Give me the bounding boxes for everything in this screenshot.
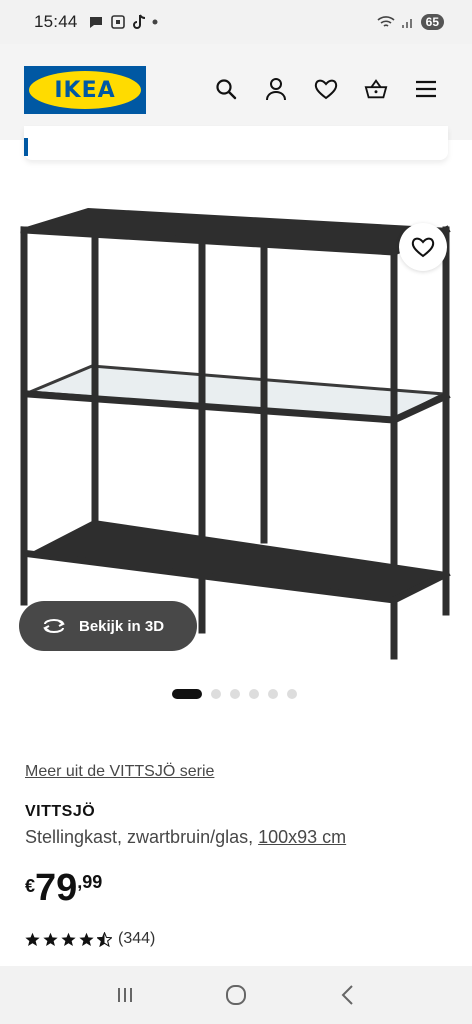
rotate-3d-icon — [43, 619, 65, 633]
back-icon — [341, 985, 353, 1005]
signal-icon — [401, 19, 412, 28]
star-rating — [25, 931, 112, 947]
product-description: Stellingkast, zwartbruin/glas, 100x93 cm — [25, 827, 346, 848]
price-decimal: ,99 — [77, 872, 103, 892]
gallery-dot[interactable] — [268, 689, 278, 699]
rating[interactable]: (344) — [25, 930, 155, 948]
wifi-icon — [377, 16, 395, 27]
logo-text: IKEA — [54, 77, 116, 103]
system-nav-bar — [0, 966, 472, 1024]
chat-icon — [89, 17, 102, 28]
heart-icon — [411, 237, 435, 258]
menu-icon[interactable] — [414, 74, 438, 104]
tiktok-icon — [132, 14, 145, 29]
recent-apps-icon — [118, 988, 133, 1002]
more-dot-icon — [152, 19, 158, 25]
star-icon — [43, 932, 58, 946]
home-button[interactable] — [216, 975, 256, 1015]
gallery-dot[interactable] — [230, 689, 240, 699]
screenshot-icon — [110, 15, 125, 29]
rating-count: (344) — [118, 930, 156, 947]
search-bar-accent — [24, 138, 28, 156]
gallery-dot[interactable] — [211, 689, 221, 699]
heart-icon[interactable] — [314, 74, 338, 104]
gallery-dot[interactable] — [287, 689, 297, 699]
basket-icon[interactable] — [364, 74, 388, 104]
series-link[interactable]: Meer uit de VITTSJÖ serie — [25, 763, 214, 781]
dimensions-link[interactable]: 100x93 cm — [258, 827, 346, 847]
view-in-3d-label: Bekijk in 3D — [79, 617, 165, 635]
gallery-dot[interactable] — [172, 689, 202, 699]
star-icon — [79, 932, 94, 946]
description-text: Stellingkast, zwartbruin/glas, — [25, 827, 259, 847]
status-bar: 15:44 65 — [0, 0, 472, 44]
star-icon — [61, 932, 76, 946]
ikea-logo[interactable]: IKEA — [24, 66, 146, 114]
back-button[interactable] — [327, 975, 367, 1015]
gallery-dot[interactable] — [249, 689, 259, 699]
price-currency: € — [25, 876, 36, 896]
star-icon — [25, 932, 40, 946]
gallery-pagination — [172, 689, 297, 699]
home-icon — [225, 985, 246, 1005]
price-integer: 79 — [35, 867, 78, 909]
status-time: 15:44 — [34, 12, 78, 31]
account-icon[interactable] — [264, 74, 288, 104]
search-icon[interactable] — [214, 74, 238, 104]
favorite-button[interactable] — [399, 223, 447, 271]
product-name: VITTSJÖ — [25, 803, 96, 820]
recent-apps-button[interactable] — [105, 975, 145, 1015]
view-in-3d-button[interactable]: Bekijk in 3D — [19, 601, 197, 651]
half-star-icon — [97, 931, 112, 947]
collapsed-search-bar[interactable] — [24, 126, 448, 160]
price: € 79 ,99 — [25, 868, 102, 908]
notification-icons — [88, 14, 158, 30]
battery-indicator: 65 — [420, 14, 444, 30]
